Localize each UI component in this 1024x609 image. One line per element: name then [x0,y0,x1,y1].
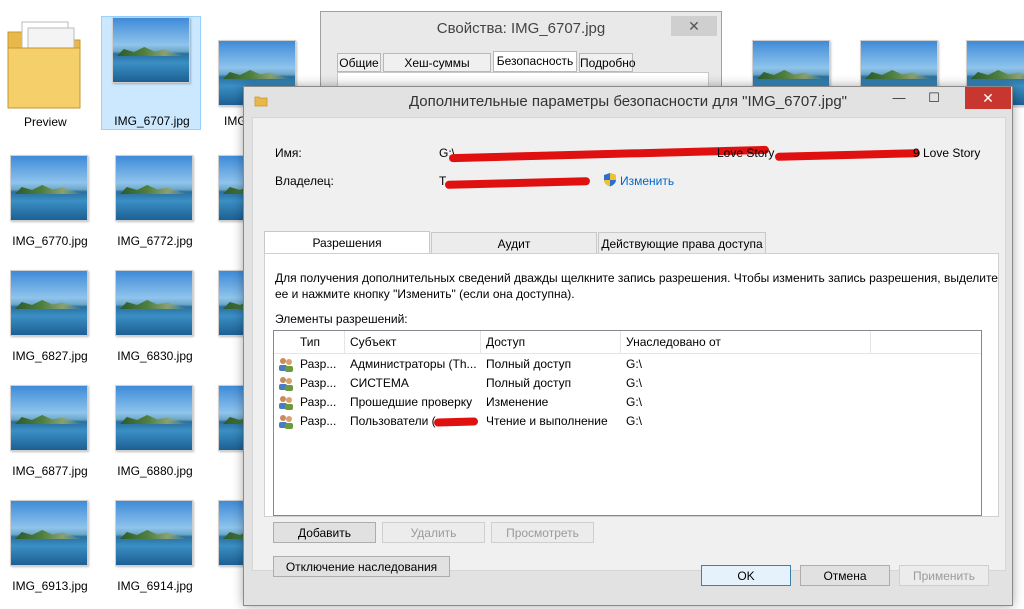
file-tile[interactable]: IMG_6830.jpg [105,270,205,370]
file-name: IMG_6827.jpg [12,349,88,363]
tab-audit[interactable]: Аудит [431,232,597,254]
entry-access: Полный доступ [486,376,572,390]
settings-panel: Имя: G:\ Love Story 9 Love Story Владеле… [252,117,1006,577]
permission-entries-list[interactable]: Тип Субъект Доступ Унаследовано от Разр.… [273,330,982,516]
file-tile[interactable]: IMG_6913.jpg [0,500,100,600]
image-thumbnail [10,270,88,336]
entry-access: Чтение и выполнение [486,414,608,428]
file-name: IMG_6770.jpg [12,234,88,248]
image-thumbnail [115,270,193,336]
disable-inheritance-button[interactable]: Отключение наследования [273,556,450,577]
column-access[interactable]: Доступ [486,335,525,349]
entry-type: Разр... [300,357,337,371]
file-name: IMG_6707.jpg [114,114,190,128]
properties-window-title: Свойства: IMG_6707.jpg [436,20,606,37]
entry-access: Изменение [486,395,549,409]
column-separator [480,331,481,353]
name-value-mid: Love Story [717,146,775,160]
entry-subject: Прошедшие проверку [350,395,473,409]
tab-general[interactable]: Общие [337,53,381,72]
column-separator [870,331,871,353]
image-thumbnail [10,500,88,566]
entry-access: Полный доступ [486,357,572,371]
shield-icon [604,173,616,187]
users-icon [279,415,293,429]
ok-button[interactable]: OK [701,565,791,586]
entry-subject: СИСТЕМА [350,376,409,390]
image-thumbnail [10,385,88,451]
tab-details[interactable]: Подробно [579,53,636,72]
column-separator [344,331,345,353]
entry-type: Разр... [300,414,337,428]
file-name: IMG_6913.jpg [12,579,88,593]
minimize-button[interactable]: — [884,87,914,109]
image-thumbnail [112,17,190,83]
entry-inherited: G:\ [626,376,643,390]
entry-type: Разр... [300,395,337,409]
close-icon[interactable]: ✕ [671,16,717,36]
file-tile[interactable]: IMG_6914.jpg [105,500,205,600]
tab-permissions[interactable]: Разрешения [264,231,430,255]
folder-icon [7,21,81,109]
redaction-mark [444,177,591,189]
file-name: IMG_6772.jpg [117,234,193,248]
advanced-security-window: Дополнительные параметры безопасности дл… [243,86,1013,606]
entry-type: Разр... [300,376,337,390]
column-inherited[interactable]: Унаследовано от [626,335,721,349]
folder-preview[interactable]: Preview [0,12,88,132]
remove-button[interactable]: Удалить [382,522,485,543]
file-tile[interactable]: IMG_6827.jpg [0,270,100,370]
column-separator [620,331,621,353]
users-icon [279,396,293,410]
apply-button[interactable]: Применить [899,565,989,586]
entry-inherited: G:\ [626,414,643,428]
tab-hashes[interactable]: Хеш-суммы файлов [383,53,491,88]
image-thumbnail [115,385,193,451]
entry-subject: Пользователи ( [350,414,436,428]
file-tile[interactable]: IMG_6770.jpg [0,155,100,255]
entry-subject: Администраторы (Th... [350,357,477,371]
users-icon [279,377,293,391]
view-button[interactable]: Просмотреть [491,522,594,543]
change-owner-link[interactable]: Изменить [620,174,674,188]
file-name: IMG_6914.jpg [117,579,193,593]
redaction-mark [433,417,479,427]
table-row[interactable]: Разр... Пользователи ( Чтение и выполнен… [274,412,981,431]
image-thumbnail [115,500,193,566]
column-subject[interactable]: Субъект [350,335,396,349]
table-row[interactable]: Разр... Прошедшие проверку Изменение G:\ [274,393,981,412]
name-label: Имя: [275,146,302,160]
file-tile[interactable]: IMG_6772.jpg [105,155,205,255]
list-header: Тип Субъект Доступ Унаследовано от [274,331,981,354]
table-row[interactable]: Разр... СИСТЕМА Полный доступ G:\ [274,374,981,393]
file-tile[interactable]: IMG_6707.jpg [101,16,201,130]
entry-inherited: G:\ [626,395,643,409]
name-value-end: 9 Love Story [913,146,981,160]
add-button[interactable]: Добавить [273,522,376,543]
table-row[interactable]: Разр... Администраторы (Th... Полный дос… [274,355,981,374]
maximize-button[interactable]: ☐ [919,87,949,109]
column-type[interactable]: Тип [300,335,320,349]
folder-label: Preview [24,115,67,129]
info-text: Для получения дополнительных сведений дв… [275,271,998,285]
file-tile[interactable]: IMG_6880.jpg [105,385,205,485]
redaction-mark [774,149,921,161]
close-button[interactable]: ✕ [965,87,1011,109]
users-icon [279,358,293,372]
cancel-button[interactable]: Отмена [800,565,890,586]
info-text-2: ее и нажмите кнопку "Изменить" (если она… [275,287,575,301]
image-thumbnail [115,155,193,221]
tab-effective-access[interactable]: Действующие права доступа [598,232,766,254]
entries-label: Элементы разрешений: [275,312,408,326]
file-tile[interactable]: IMG_6877.jpg [0,385,100,485]
file-name: IMG_6880.jpg [117,464,193,478]
entry-inherited: G:\ [626,357,643,371]
image-thumbnail [10,155,88,221]
file-name: IMG_6877.jpg [12,464,88,478]
file-name: IMG_6830.jpg [117,349,193,363]
owner-label: Владелец: [275,174,334,188]
tab-security[interactable]: Безопасность [493,51,577,72]
